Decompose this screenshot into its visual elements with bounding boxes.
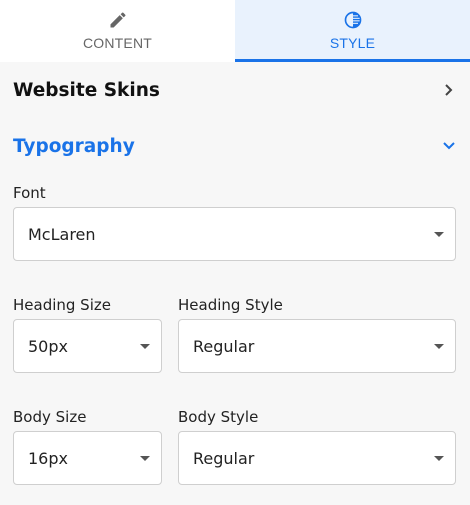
body-size-value: 16px [28,448,68,468]
heading-style-label: Heading Style [178,296,283,314]
body-style-value: Regular [193,448,255,468]
typography-title: Typography [13,135,135,157]
tab-style-label: STYLE [329,35,376,51]
tab-bar: CONTENT STYLE [0,0,470,62]
tab-content-label: CONTENT [82,35,153,51]
caret-down-icon [434,455,444,461]
heading-style-select[interactable]: Regular [178,319,456,373]
font-value: McLaren [28,224,96,244]
pencil-icon [110,12,126,28]
chevron-right-icon [445,84,453,96]
chevron-down-icon [443,142,455,150]
contrast-icon [344,11,361,29]
caret-down-icon [140,343,150,349]
body-style-label: Body Style [178,408,259,426]
heading-size-value: 50px [28,336,68,356]
website-skins-row[interactable]: Website Skins [0,70,470,110]
heading-style-value: Regular [193,336,255,356]
caret-down-icon [434,343,444,349]
body-size-label: Body Size [13,408,87,426]
caret-down-icon [140,455,150,461]
font-label: Font [13,184,46,202]
body-style-select[interactable]: Regular [178,431,456,485]
body-size-select[interactable]: 16px [13,431,162,485]
typography-row[interactable]: Typography [0,126,470,166]
caret-down-icon [434,231,444,237]
tab-style[interactable]: STYLE [235,0,470,62]
website-skins-title: Website Skins [13,79,160,101]
tab-content[interactable]: CONTENT [0,0,235,62]
font-select[interactable]: McLaren [13,207,456,261]
heading-size-label: Heading Size [13,296,111,314]
heading-size-select[interactable]: 50px [13,319,162,373]
